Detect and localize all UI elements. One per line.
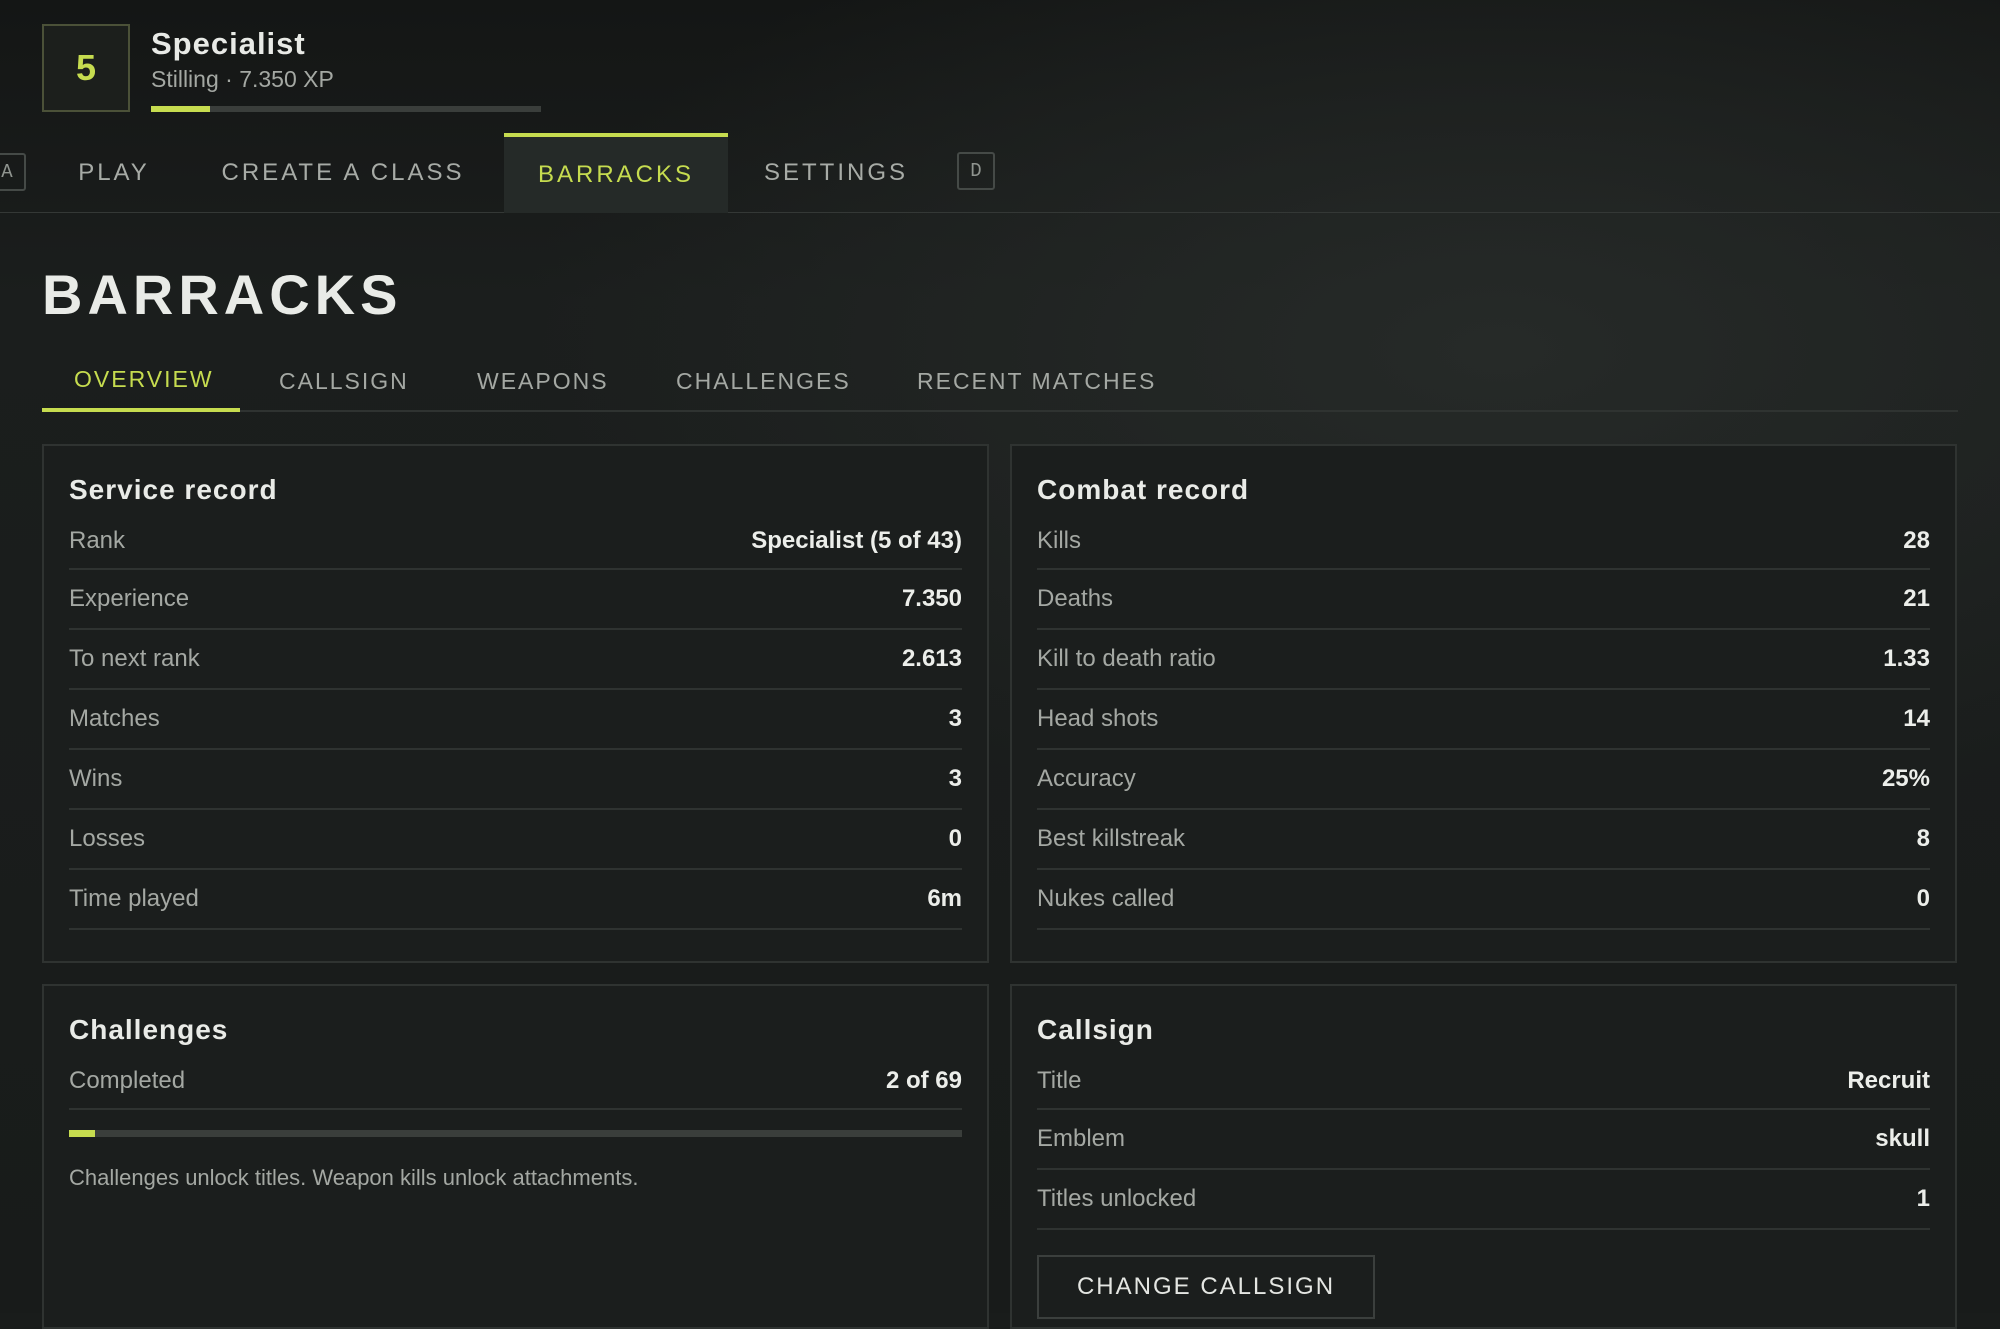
callsign-row-emblem: Emblem skull — [1037, 1110, 1930, 1170]
challenges-progress-bar — [69, 1130, 962, 1137]
service-row-rank: Rank Specialist (5 of 43) — [69, 514, 962, 570]
nav-tab-barracks[interactable]: BARRACKS — [504, 133, 728, 213]
row-label: Wins — [69, 765, 123, 792]
service-row-losses: Losses 0 — [69, 810, 962, 870]
service-record-title: Service record — [69, 474, 278, 505]
prev-tab-key-hint: A — [0, 153, 26, 191]
row-value: skull — [1875, 1125, 1930, 1152]
row-value: 0 — [1916, 885, 1930, 912]
row-label: Losses — [69, 825, 146, 852]
nav-tab-create-a-class[interactable]: CREATE A CLASS — [200, 133, 486, 213]
row-value: 0 — [948, 825, 962, 852]
service-row-time-played: Time played 6m — [69, 870, 962, 930]
row-value: 6m — [927, 885, 962, 912]
row-label: Title — [1037, 1067, 1082, 1094]
row-value: 25% — [1881, 765, 1930, 792]
row-value: 28 — [1903, 527, 1930, 554]
row-value: Recruit — [1847, 1067, 1930, 1094]
top-header: 5 Specialist Stilling · 7.350 XP A PLAY … — [0, 0, 2000, 213]
subtab-weapons[interactable]: WEAPONS — [477, 350, 609, 412]
callsign-row-titles-unlocked: Titles unlocked 1 — [1037, 1170, 1930, 1230]
challenges-title: Challenges — [69, 1014, 229, 1045]
row-value: Specialist (5 of 43) — [751, 527, 962, 554]
row-label: Best killstreak — [1037, 825, 1186, 852]
row-value: 3 — [948, 705, 962, 732]
next-tab-key-hint: D — [957, 152, 995, 190]
challenges-progress-fill — [69, 1130, 95, 1137]
combat-record-title: Combat record — [1037, 474, 1250, 505]
row-label: Kill to death ratio — [1037, 645, 1216, 672]
row-label: Kills — [1037, 527, 1082, 554]
nav-tab-play[interactable]: PLAY — [58, 133, 170, 213]
challenges-note: Challenges unlock titles. Weapon kills u… — [69, 1165, 639, 1190]
nav-tab-settings[interactable]: SETTINGS — [746, 133, 926, 213]
row-value: 7.350 — [901, 585, 962, 612]
service-record-panel: Service record Rank Specialist (5 of 43)… — [42, 444, 989, 963]
subtab-overview[interactable]: OVERVIEW — [42, 350, 240, 412]
service-row-matches: Matches 3 — [69, 690, 962, 750]
page-title: BARRACKS — [42, 263, 403, 326]
callsign-title: Callsign — [1037, 1014, 1154, 1045]
combat-row-deaths: Deaths 21 — [1037, 570, 1930, 630]
row-label: Experience — [69, 585, 190, 612]
callsign-row-title: Title Recruit — [1037, 1054, 1930, 1110]
combat-row-kd-ratio: Kill to death ratio 1.33 — [1037, 630, 1930, 690]
row-value: 2 of 69 — [885, 1067, 962, 1094]
row-label: Emblem — [1037, 1125, 1126, 1152]
combat-record-panel: Combat record Kills 28 Deaths 21 Kill to… — [1010, 444, 1957, 963]
row-label: Time played — [69, 885, 199, 912]
row-value: 21 — [1903, 585, 1930, 612]
row-label: Deaths — [1037, 585, 1114, 612]
row-value: 2.613 — [901, 645, 962, 672]
service-row-to-next-rank: To next rank 2.613 — [69, 630, 962, 690]
row-label: Head shots — [1037, 705, 1159, 732]
row-value: 3 — [948, 765, 962, 792]
combat-row-nukes-called: Nukes called 0 — [1037, 870, 1930, 930]
rank-number: 5 — [75, 47, 97, 88]
subtab-recent-matches[interactable]: RECENT MATCHES — [917, 350, 1156, 412]
row-value: 8 — [1916, 825, 1930, 852]
combat-row-best-killstreak: Best killstreak 8 — [1037, 810, 1930, 870]
combat-row-accuracy: Accuracy 25% — [1037, 750, 1930, 810]
row-label: To next rank — [69, 645, 200, 672]
subtab-challenges[interactable]: CHALLENGES — [676, 350, 851, 412]
service-row-experience: Experience 7.350 — [69, 570, 962, 630]
rank-subtitle: Stilling · 7.350 XP — [151, 66, 334, 92]
xp-progress-fill — [151, 106, 210, 112]
row-value: 14 — [1903, 705, 1930, 732]
xp-progress-bar — [151, 106, 541, 112]
combat-row-kills: Kills 28 — [1037, 514, 1930, 570]
callsign-panel: Callsign Title Recruit Emblem skull Titl… — [1010, 984, 1957, 1329]
combat-row-head-shots: Head shots 14 — [1037, 690, 1930, 750]
challenges-completed-row: Completed 2 of 69 — [69, 1054, 962, 1110]
row-label: Matches — [69, 705, 160, 732]
barracks-subtabs: OVERVIEW CALLSIGN WEAPONS CHALLENGES REC… — [42, 350, 1958, 412]
challenges-panel: Challenges Completed 2 of 69 Challenges … — [42, 984, 989, 1329]
service-row-wins: Wins 3 — [69, 750, 962, 810]
row-label: Nukes called — [1037, 885, 1175, 912]
row-label: Titles unlocked — [1037, 1185, 1197, 1212]
row-label: Completed — [69, 1067, 186, 1094]
row-label: Accuracy — [1037, 765, 1136, 792]
row-label: Rank — [69, 527, 126, 554]
rank-badge: 5 — [42, 24, 130, 112]
subtab-callsign[interactable]: CALLSIGN — [279, 350, 409, 412]
change-callsign-button[interactable]: CHANGE CALLSIGN — [1037, 1255, 1375, 1319]
row-value: 1.33 — [1883, 645, 1930, 672]
rank-name: Specialist — [151, 26, 306, 61]
row-value: 1 — [1916, 1185, 1930, 1212]
